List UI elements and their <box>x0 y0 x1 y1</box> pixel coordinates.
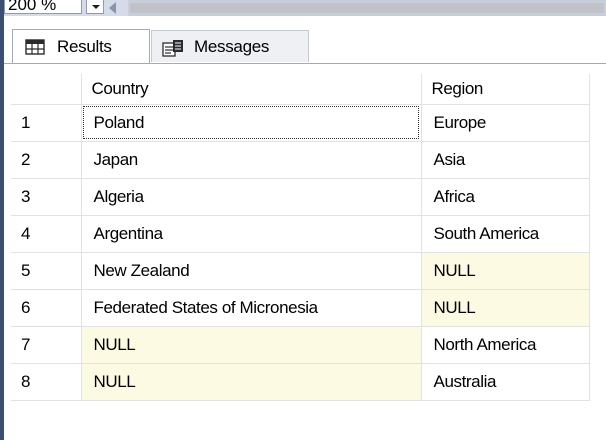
row-number[interactable]: 8 <box>11 363 82 401</box>
zoom-strip: 200 % <box>4 0 606 16</box>
cell-region[interactable]: Australia <box>421 363 590 401</box>
table-row: 1 Poland Europe <box>11 104 590 142</box>
scroll-left-arrow-icon[interactable] <box>109 2 116 14</box>
grid-icon <box>25 38 45 55</box>
cell-region-null[interactable]: NULL <box>421 252 590 290</box>
cell-country[interactable]: Poland <box>81 104 422 142</box>
column-header-region[interactable]: Region <box>421 74 590 105</box>
horizontal-scrollbar[interactable] <box>128 0 606 16</box>
table-row: 8 NULL Australia <box>11 363 590 401</box>
table-row: 2 Japan Asia <box>11 141 590 179</box>
header-row: Country Region <box>11 74 590 105</box>
cell-region[interactable]: Africa <box>421 178 590 216</box>
zoom-dropdown-button[interactable] <box>86 0 104 14</box>
messages-icon <box>162 39 183 57</box>
cell-country-null[interactable]: NULL <box>81 363 422 401</box>
row-number[interactable]: 5 <box>11 252 82 290</box>
tab-results-label: Results <box>57 36 112 56</box>
row-number[interactable]: 1 <box>11 104 82 142</box>
zoom-level-input[interactable]: 200 % <box>4 0 82 14</box>
cell-country[interactable]: Algeria <box>81 178 422 216</box>
cell-country[interactable]: Japan <box>81 141 422 179</box>
cell-region-null[interactable]: NULL <box>421 289 590 327</box>
row-number[interactable]: 2 <box>11 141 82 179</box>
table-row: 7 NULL North America <box>11 326 590 364</box>
row-number[interactable]: 4 <box>11 215 82 253</box>
row-number[interactable]: 3 <box>11 178 82 216</box>
row-number[interactable]: 7 <box>11 326 82 364</box>
row-number-header[interactable] <box>11 74 82 105</box>
cell-country[interactable]: Argentina <box>81 215 422 253</box>
table-row: 6 Federated States of Micronesia NULL <box>11 289 590 327</box>
table-row: 3 Algeria Africa <box>11 178 590 216</box>
cell-country[interactable]: New Zealand <box>81 252 422 290</box>
result-tabs: Results Messages <box>4 16 606 64</box>
tab-messages[interactable]: Messages <box>151 30 309 62</box>
table-row: 4 Argentina South America <box>11 215 590 253</box>
scrollbar-thumb[interactable] <box>130 3 604 13</box>
column-header-country[interactable]: Country <box>81 74 422 105</box>
table-row: 5 New Zealand NULL <box>11 252 590 290</box>
window-edge <box>0 0 4 440</box>
cell-region[interactable]: South America <box>421 215 590 253</box>
tab-results[interactable]: Results <box>12 29 150 63</box>
cell-region[interactable]: North America <box>421 326 590 364</box>
cell-country[interactable]: Federated States of Micronesia <box>81 289 422 327</box>
tab-messages-label: Messages <box>194 36 270 56</box>
results-pane: 200 % Results Messages Country Region 1 … <box>0 0 606 440</box>
cell-country-null[interactable]: NULL <box>81 326 422 364</box>
cell-region[interactable]: Asia <box>421 141 590 179</box>
tabs-divider <box>4 63 606 64</box>
cell-region[interactable]: Europe <box>421 104 590 142</box>
results-grid: Country Region 1 Poland Europe 2 Japan A… <box>11 74 590 401</box>
row-number[interactable]: 6 <box>11 289 82 327</box>
